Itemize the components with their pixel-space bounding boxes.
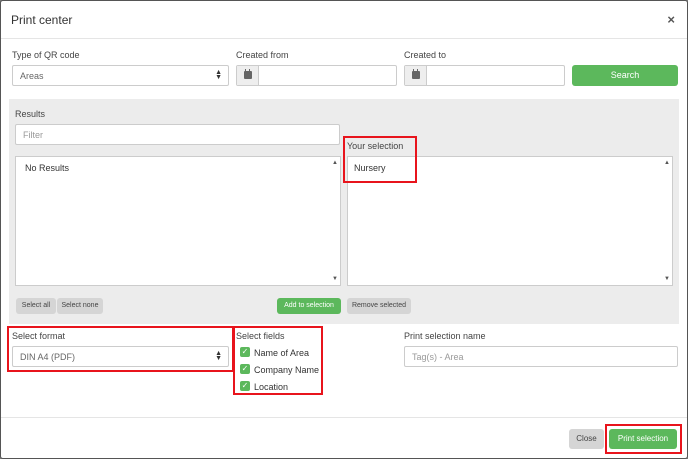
highlight-box [605,424,682,454]
footer-divider [1,417,687,418]
qr-type-value: Areas [20,71,44,81]
no-results-text: No Results [25,163,70,173]
print-center-dialog: Print center × Type of QR code Areas ▲ ▼ … [0,0,688,459]
scroll-down-icon[interactable]: ▼ [332,276,338,282]
qr-type-label: Type of QR code [12,50,80,60]
print-name-placeholder: Tag(s) - Area [412,352,464,362]
created-from-field[interactable] [236,65,397,86]
select-none-button[interactable]: Select none [57,298,103,314]
calendar-icon [412,69,420,79]
results-label: Results [15,109,46,119]
search-button[interactable]: Search [572,65,678,86]
print-name-label: Print selection name [404,331,486,341]
highlight-box [233,326,323,395]
close-button[interactable]: Close [569,429,604,449]
filter-input[interactable]: Filter [15,124,340,145]
qr-type-select[interactable]: Areas ▲ ▼ [12,65,229,86]
dialog-title: Print center [11,13,73,27]
add-to-selection-button[interactable]: Add to selection [277,298,341,314]
created-to-label: Created to [404,50,447,60]
highlight-box [7,326,234,372]
scroll-up-icon[interactable]: ▲ [332,160,338,166]
select-all-button[interactable]: Select all [16,298,56,314]
filter-placeholder: Filter [23,130,43,140]
selection-panel: Results Filter No Results ▲ ▼ Your selec… [9,99,679,324]
close-icon[interactable]: × [667,12,675,27]
highlight-box [343,136,417,183]
calendar-icon [244,69,252,79]
remove-selected-button[interactable]: Remove selected [347,298,411,314]
results-list[interactable]: No Results ▲ ▼ [15,156,341,286]
scroll-up-icon[interactable]: ▲ [664,160,670,166]
calendar-button[interactable] [237,66,259,85]
print-name-input[interactable]: Tag(s) - Area [404,346,678,367]
created-from-label: Created from [236,50,289,60]
select-arrows-icon: ▲ ▼ [215,69,222,81]
dialog-header: Print center × [1,1,687,39]
scroll-down-icon[interactable]: ▼ [664,276,670,282]
calendar-button[interactable] [405,66,427,85]
created-to-field[interactable] [404,65,565,86]
